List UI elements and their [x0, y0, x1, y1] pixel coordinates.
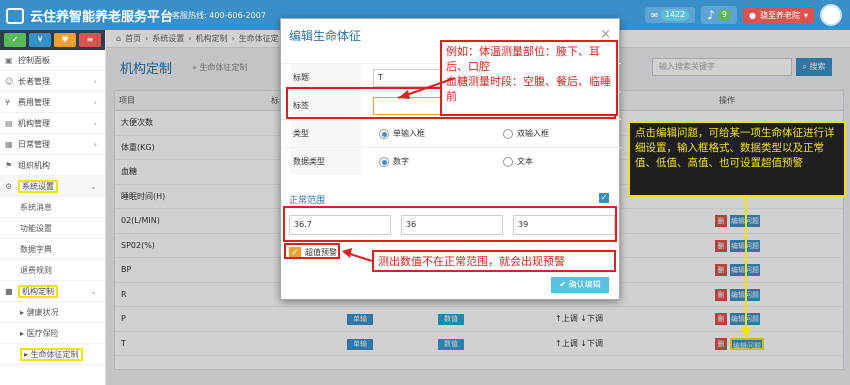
arrowhead — [398, 90, 410, 99]
edit-help-annotation: 点击编辑问题，可给某一项生命体征进行详细设置，输入框格式、数据类型以及正常值、低… — [628, 121, 846, 197]
arrowhead — [741, 328, 751, 338]
arrowhead — [342, 248, 352, 258]
